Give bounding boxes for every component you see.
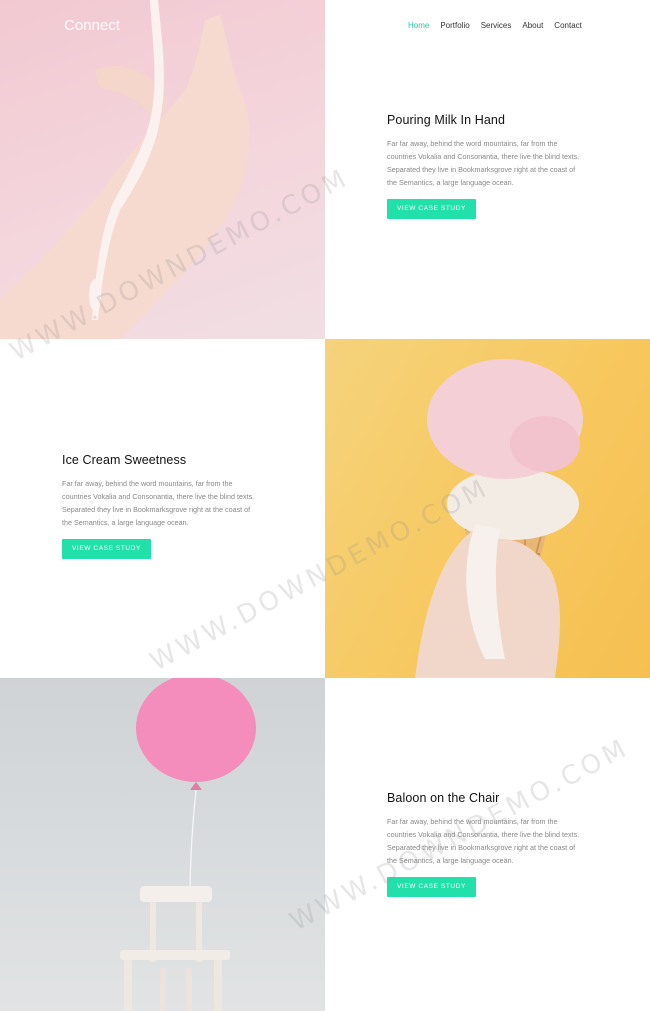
project-row-2: Ice Cream Sweetness Far far away, behind… (0, 339, 650, 678)
milk-hand-image[interactable] (0, 0, 325, 339)
nav-about[interactable]: About (522, 21, 543, 30)
project-description: Far far away, behind the word mountains,… (387, 817, 580, 865)
nav-home[interactable]: Home (408, 21, 429, 30)
ice-cream-image[interactable] (325, 339, 650, 678)
view-case-study-button[interactable]: VIEW CASE STUDY (62, 539, 151, 559)
site-logo[interactable]: Connect (64, 17, 120, 34)
project-description: Far far away, behind the word mountains,… (387, 139, 580, 187)
project-row-3: Baloon on the Chair Far far away, behind… (0, 678, 650, 1011)
project-title: Ice Cream Sweetness (62, 453, 187, 467)
view-case-study-button[interactable]: VIEW CASE STUDY (387, 877, 476, 897)
balloon-chair-illustration (120, 678, 256, 1011)
ice-cream-illustration (415, 359, 583, 678)
project-title: Baloon on the Chair (387, 791, 500, 805)
milk-text-panel: Pouring Milk In Hand Far far away, behin… (325, 0, 650, 339)
nav-services[interactable]: Services (481, 21, 512, 30)
nav-contact[interactable]: Contact (554, 21, 582, 30)
view-case-study-button[interactable]: VIEW CASE STUDY (387, 199, 476, 219)
project-description: Far far away, behind the word mountains,… (62, 479, 255, 527)
project-row-1: Pouring Milk In Hand Far far away, behin… (0, 0, 650, 339)
project-title: Pouring Milk In Hand (387, 113, 506, 127)
balloon-chair-image[interactable] (0, 678, 325, 1011)
nav-portfolio[interactable]: Portfolio (440, 21, 469, 30)
balloon-text-panel: Baloon on the Chair Far far away, behind… (325, 678, 650, 1011)
main-nav: Home Portfolio Services About Contact (408, 21, 593, 30)
ice-cream-text-panel: Ice Cream Sweetness Far far away, behind… (0, 339, 325, 678)
hand-illustration (0, 0, 250, 339)
